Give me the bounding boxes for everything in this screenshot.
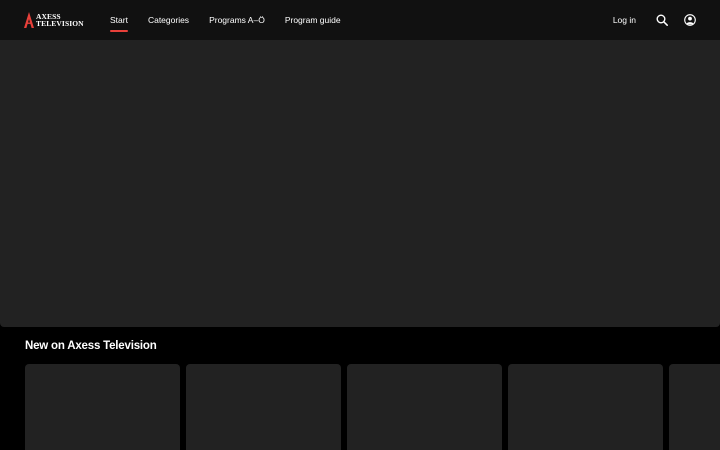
new-programs-carousel bbox=[25, 364, 720, 450]
nav-categories[interactable]: Categories bbox=[148, 0, 189, 40]
search-button[interactable] bbox=[656, 14, 668, 26]
nav-program-guide[interactable]: Program guide bbox=[285, 0, 341, 40]
page: AXESS TELEVISION Start Categories Progra… bbox=[0, 0, 720, 450]
nav-start[interactable]: Start bbox=[110, 0, 128, 40]
program-card[interactable] bbox=[508, 364, 663, 450]
program-card[interactable] bbox=[669, 364, 720, 450]
axess-logo-icon bbox=[24, 12, 34, 28]
program-card[interactable] bbox=[25, 364, 180, 450]
nav-programs-a-o[interactable]: Programs A–Ö bbox=[209, 0, 265, 40]
hero-banner-placeholder[interactable] bbox=[0, 40, 720, 327]
account-icon bbox=[684, 14, 696, 26]
section-title: New on Axess Television bbox=[25, 340, 157, 352]
main-nav: Start Categories Programs A–Ö Program gu… bbox=[110, 0, 361, 40]
search-icon bbox=[656, 14, 668, 26]
logo-line-2: TELEVISION bbox=[36, 19, 84, 28]
logo-wordmark: AXESS TELEVISION bbox=[36, 12, 84, 28]
axess-television-logo[interactable]: AXESS TELEVISION bbox=[24, 11, 84, 29]
program-card[interactable] bbox=[347, 364, 502, 450]
program-card[interactable] bbox=[186, 364, 341, 450]
account-button[interactable] bbox=[684, 14, 696, 26]
login-link[interactable]: Log in bbox=[613, 15, 636, 25]
header-actions: Log in bbox=[613, 0, 696, 40]
top-navigation-bar: AXESS TELEVISION Start Categories Progra… bbox=[0, 0, 720, 40]
